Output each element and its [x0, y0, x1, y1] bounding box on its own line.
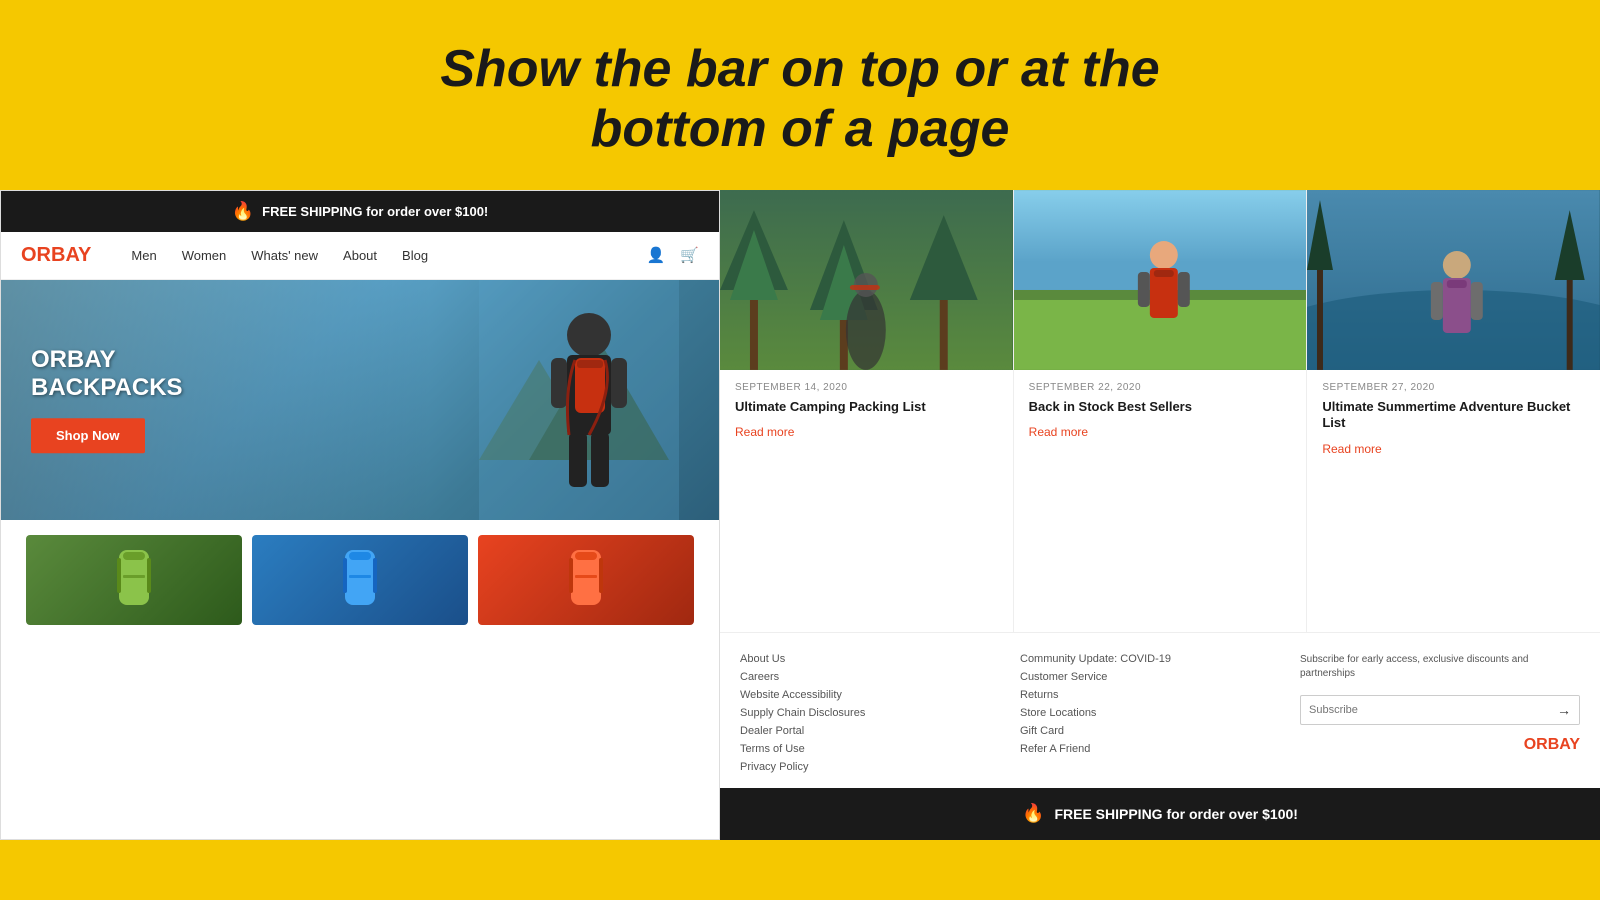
nav-links: Men Women Whats' new About Blog [131, 248, 616, 263]
footer-link-stores[interactable]: Store Locations [1020, 707, 1300, 719]
footer-link-privacy[interactable]: Privacy Policy [740, 761, 1020, 773]
subscribe-form: → [1300, 695, 1580, 725]
footer-link-dealer[interactable]: Dealer Portal [740, 725, 1020, 737]
hero-person-illustration [479, 280, 679, 520]
product-thumbnails [1, 520, 719, 839]
flame-icon-top: 🔥 [232, 201, 254, 222]
flame-icon-bottom: 🔥 [1022, 803, 1044, 824]
navigation: ORBAY Men Women Whats' new About Blog 👤 … [1, 232, 719, 280]
blog-title-1: Ultimate Camping Packing List [735, 399, 998, 416]
user-icon[interactable]: 👤 [647, 246, 666, 264]
nav-women[interactable]: Women [182, 248, 227, 263]
footer-link-supply-chain[interactable]: Supply Chain Disclosures [740, 707, 1020, 719]
footer-col-2: Community Update: COVID-19 Customer Serv… [1020, 653, 1300, 773]
hero-text: ORBAYBACKPACKS Shop Now [31, 346, 183, 454]
subscribe-text: Subscribe for early access, exclusive di… [1300, 653, 1580, 681]
blog-section: SEPTEMBER 14, 2020 Ultimate Camping Pack… [720, 190, 1600, 632]
footer-link-about-us[interactable]: About Us [740, 653, 1020, 665]
headline: Show the bar on top or at the bottom of … [20, 40, 1580, 160]
subscribe-button[interactable]: → [1549, 696, 1579, 724]
footer-link-terms[interactable]: Terms of Use [740, 743, 1020, 755]
footer-col-1: About Us Careers Website Accessibility S… [740, 653, 1020, 773]
right-panel: SEPTEMBER 14, 2020 Ultimate Camping Pack… [720, 190, 1600, 840]
blog-image-3-svg [1307, 190, 1600, 370]
blog-image-1 [720, 190, 1013, 370]
backpack-blue-icon [335, 540, 385, 620]
footer-link-refer[interactable]: Refer A Friend [1020, 743, 1300, 755]
nav-blog[interactable]: Blog [402, 248, 428, 263]
blog-post-1: SEPTEMBER 14, 2020 Ultimate Camping Pack… [720, 190, 1014, 632]
blog-content-3: SEPTEMBER 27, 2020 Ultimate Summertime A… [1307, 370, 1600, 471]
blog-read-more-2[interactable]: Read more [1029, 425, 1088, 439]
footer-logo: ORBAY [1300, 736, 1580, 754]
footer-link-covid[interactable]: Community Update: COVID-19 [1020, 653, 1300, 665]
blog-content-2: SEPTEMBER 22, 2020 Back in Stock Best Se… [1014, 370, 1307, 454]
bottom-shipping-bar: 🔥 FREE SHIPPING for order over $100! [720, 788, 1600, 840]
headline-line1: Show the bar on top or at the [440, 40, 1159, 98]
blog-post-3: SEPTEMBER 27, 2020 Ultimate Summertime A… [1307, 190, 1600, 632]
footer-link-returns[interactable]: Returns [1020, 689, 1300, 701]
blog-post-2: SEPTEMBER 22, 2020 Back in Stock Best Se… [1014, 190, 1308, 632]
blog-image-2-svg [1014, 190, 1307, 370]
blog-read-more-3[interactable]: Read more [1322, 442, 1381, 456]
blog-date-1: SEPTEMBER 14, 2020 [735, 382, 998, 393]
top-shipping-bar: 🔥 FREE SHIPPING for order over $100! [1, 191, 719, 232]
footer-link-customer-service[interactable]: Customer Service [1020, 671, 1300, 683]
main-content: 🔥 FREE SHIPPING for order over $100! ORB… [0, 190, 1600, 840]
hero-section: ORBAYBACKPACKS Shop Now [1, 280, 719, 520]
product-thumb-blue[interactable] [252, 535, 468, 625]
blog-content-1: SEPTEMBER 14, 2020 Ultimate Camping Pack… [720, 370, 1013, 454]
nav-icons: 👤 🛒 [647, 246, 699, 264]
subscribe-input[interactable] [1301, 698, 1549, 722]
blog-date-3: SEPTEMBER 27, 2020 [1322, 382, 1585, 393]
left-panel: 🔥 FREE SHIPPING for order over $100! ORB… [0, 190, 720, 840]
footer-links: About Us Careers Website Accessibility S… [720, 632, 1600, 788]
footer-col-3: Subscribe for early access, exclusive di… [1300, 653, 1580, 773]
blog-title-2: Back in Stock Best Sellers [1029, 399, 1292, 416]
backpack-green-icon [109, 540, 159, 620]
nav-logo[interactable]: ORBAY [21, 244, 91, 267]
top-banner: Show the bar on top or at the bottom of … [0, 0, 1600, 190]
footer-link-careers[interactable]: Careers [740, 671, 1020, 683]
hero-title: ORBAYBACKPACKS [31, 346, 183, 404]
nav-whats-new[interactable]: Whats' new [251, 248, 318, 263]
shop-now-button[interactable]: Shop Now [31, 418, 145, 453]
footer-link-accessibility[interactable]: Website Accessibility [740, 689, 1020, 701]
top-shipping-text: FREE SHIPPING for order over $100! [262, 204, 488, 219]
footer-link-gift[interactable]: Gift Card [1020, 725, 1300, 737]
product-thumb-orange[interactable] [478, 535, 694, 625]
blog-image-2 [1014, 190, 1307, 370]
nav-men[interactable]: Men [131, 248, 156, 263]
product-thumb-green[interactable] [26, 535, 242, 625]
backpack-orange-icon [561, 540, 611, 620]
blog-read-more-1[interactable]: Read more [735, 425, 794, 439]
cart-icon[interactable]: 🛒 [680, 246, 699, 264]
headline-line2: bottom of a page [591, 100, 1010, 158]
blog-image-1-svg [720, 190, 1013, 370]
blog-image-3 [1307, 190, 1600, 370]
blog-title-3: Ultimate Summertime Adventure Bucket Lis… [1322, 399, 1585, 433]
nav-about[interactable]: About [343, 248, 377, 263]
blog-date-2: SEPTEMBER 22, 2020 [1029, 382, 1292, 393]
bottom-shipping-text: FREE SHIPPING for order over $100! [1054, 806, 1298, 822]
